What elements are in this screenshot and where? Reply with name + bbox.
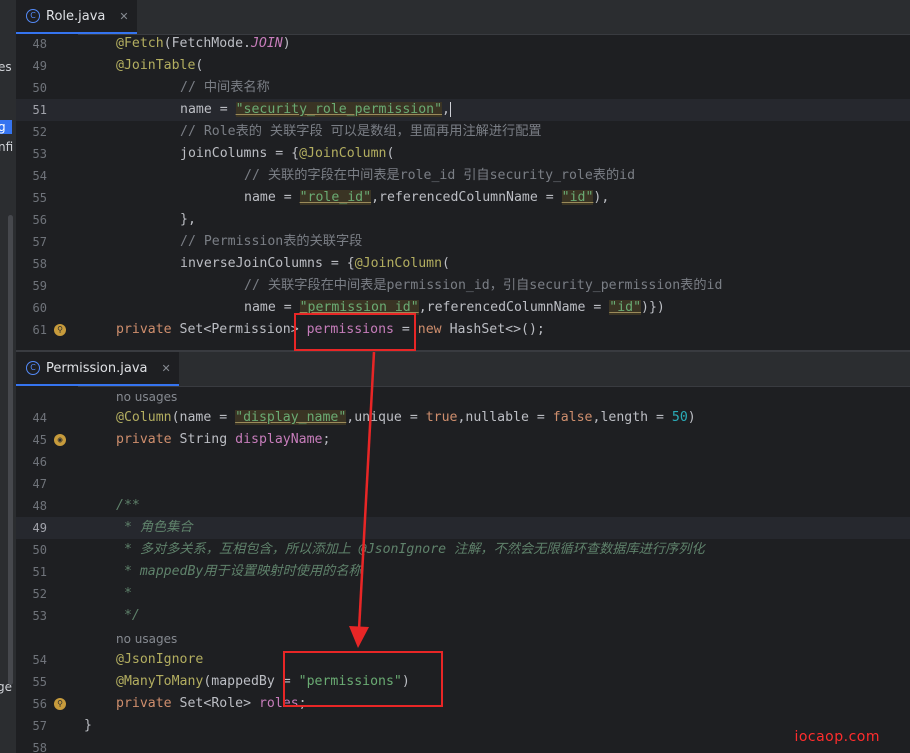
annotation-arrow: [349, 351, 376, 648]
watermark: iocaop.com: [794, 729, 880, 745]
